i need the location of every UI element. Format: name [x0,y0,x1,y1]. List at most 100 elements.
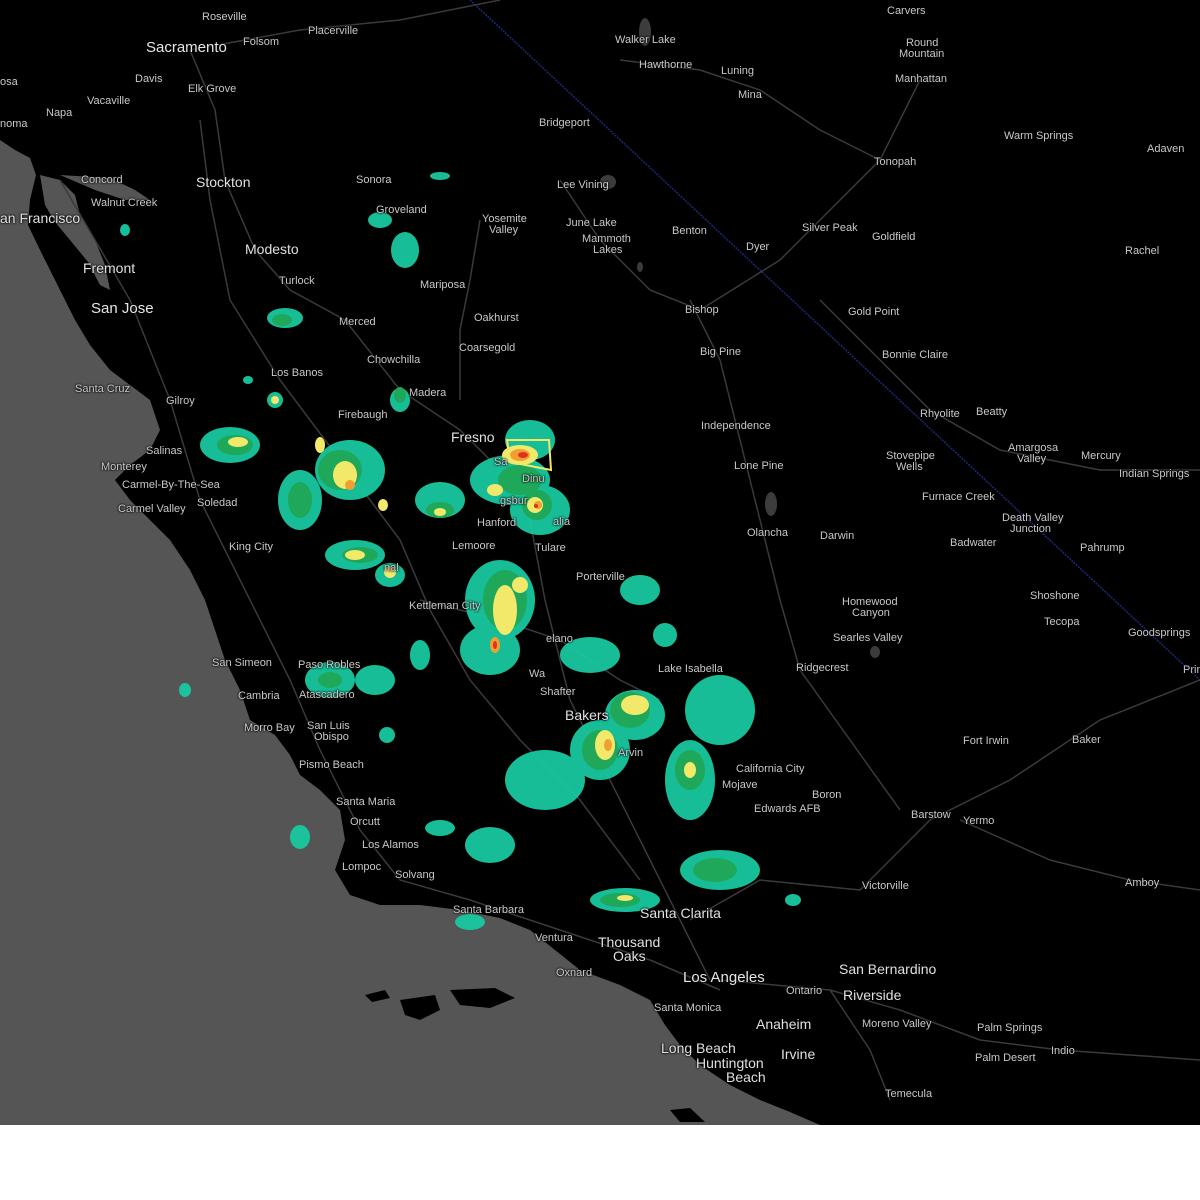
city-label-salinas: Salinas [146,445,183,457]
city-label-santa-cruz: Santa Cruz [75,383,131,395]
city-label-davis: Davis [135,73,163,85]
city-label-fresno: Fresno [451,429,495,445]
city-label-shafter: Shafter [540,686,576,698]
city-label-san-francisco: an Francisco [0,210,81,226]
city-label-silver-peak: Silver Peak [802,222,858,234]
city-label-gold-point: Gold Point [848,306,900,318]
city-label-bakersfield: Bakers [565,707,609,723]
city-label-yosemite-valley-2: Valley [489,224,519,236]
city-label-avenal: nal [384,562,399,574]
city-label-los-angeles: Los Angeles [683,969,765,986]
city-label-gilroy: Gilroy [166,395,195,407]
city-label-hawthorne: Hawthorne [639,59,693,71]
city-label-anaheim: Anaheim [756,1016,812,1032]
city-label-amargosa-valley-2: Valley [1017,453,1047,465]
city-label-folsom: Folsom [243,36,280,48]
city-label-darwin: Darwin [820,530,855,542]
city-label-walnut-creek: Walnut Creek [91,197,158,209]
city-label-sanger: Sa [494,456,508,468]
city-label-indian-springs: Indian Springs [1119,468,1190,480]
city-label-moreno-valley: Moreno Valley [862,1018,932,1030]
city-label-modesto: Modesto [245,241,299,257]
city-label-benton: Benton [672,225,707,237]
city-label-barstow: Barstow [911,809,951,821]
city-label-placerville: Placerville [308,25,359,37]
city-label-kettleman-city: Kettleman City [409,600,481,612]
city-label-lake-isabella: Lake Isabella [658,663,723,675]
city-label-independence: Independence [701,420,771,432]
city-label-morro-bay: Morro Bay [244,722,295,734]
city-label-oxnard: Oxnard [556,967,593,979]
city-label-cambria: Cambria [238,690,280,702]
city-label-lone-pine: Lone Pine [734,460,784,472]
city-label-san-luis-obispo-2: Obispo [314,731,349,743]
city-label-napa: Napa [46,107,73,119]
city-label-stockton: Stockton [196,174,251,190]
city-label-rhyolite: Rhyolite [920,408,960,420]
city-label-petaluma: noma [0,118,28,130]
city-label-carmel: Carmel-By-The-Sea [122,479,220,491]
city-label-homewood-canyon-2: Canyon [852,607,890,619]
city-label-lompoc: Lompoc [342,861,382,873]
city-label-groveland: Groveland [376,204,427,216]
city-label-stovepipe-wells-2: Wells [896,461,923,473]
city-label-yermo: Yermo [963,815,995,827]
city-label-sacramento: Sacramento [146,39,227,56]
city-label-bridgeport: Bridgeport [539,117,590,129]
city-label-ontario: Ontario [786,985,823,997]
city-label-round-mountain-2: Mountain [899,48,945,60]
city-label-lemoore: Lemoore [452,540,496,552]
city-label-dyer: Dyer [746,241,770,253]
city-label-riverside: Riverside [843,987,902,1003]
city-label-long-beach: Long Beach [661,1040,736,1056]
city-label-santa-monica: Santa Monica [654,1002,722,1014]
city-label-indio: Indio [1051,1045,1075,1057]
city-label-victorville: Victorville [862,880,909,892]
city-label-sonora: Sonora [356,174,392,186]
city-label-concord: Concord [81,174,123,186]
city-label-atascadero: Atascadero [299,689,355,701]
city-label-madera: Madera [409,387,447,399]
city-label-bonnie-claire: Bonnie Claire [882,349,949,361]
city-label-palm-desert: Palm Desert [975,1052,1036,1064]
city-labels: Roseville Sacramento Folsom Placerville Davi… [0,0,1200,1125]
city-label-solvang: Solvang [395,869,435,881]
city-label-tecopa: Tecopa [1044,616,1080,628]
city-label-boron: Boron [812,789,842,801]
city-label-amboy: Amboy [1125,877,1160,889]
city-label-arvin: Arvin [618,747,644,759]
city-label-shoshone: Shoshone [1030,590,1080,602]
city-label-adaven: Adaven [1147,143,1185,155]
city-label-dinuba: Dinu [522,473,545,485]
radar-map[interactable]: Roseville Sacramento Folsom Placerville Davi… [0,0,1200,1125]
city-label-thousand-oaks-2: Oaks [613,948,646,964]
city-label-olancha: Olancha [747,527,788,539]
city-label-delano: elano [546,633,573,645]
city-label-wasco: Wa [529,668,546,680]
city-label-irvine: Irvine [781,1046,816,1062]
city-label-edwards-afb: Edwards AFB [754,803,821,815]
city-label-firebaugh: Firebaugh [338,409,388,421]
city-label-roseville: Roseville [202,11,247,23]
city-label-ventura: Ventura [535,932,573,944]
city-label-santa-clarita: Santa Clarita [640,905,721,921]
city-label-turlock: Turlock [279,275,315,287]
city-label-tonopah: Tonopah [874,156,917,168]
city-label-big-pine: Big Pine [700,346,741,358]
city-label-santa-barbara: Santa Barbara [453,904,524,916]
city-label-california-city: California City [736,763,805,775]
city-label-beatty: Beatty [976,406,1008,418]
city-label-goodsprings: Goodsprings [1128,627,1191,639]
city-label-mina: Mina [738,89,762,101]
city-label-searles-valley: Searles Valley [833,632,903,644]
city-label-mariposa: Mariposa [420,279,466,291]
city-label-fremont: Fremont [83,260,136,276]
city-label-orcutt: Orcutt [350,816,380,828]
city-label-manhattan: Manhattan [895,73,947,85]
city-label-bishop: Bishop [685,304,719,316]
city-label-palm-springs: Palm Springs [977,1022,1043,1034]
city-label-coarsegold: Coarsegold [459,342,516,354]
city-label-san-jose: San Jose [91,300,154,317]
footer-blank [0,1125,1200,1200]
city-label-chowchilla: Chowchilla [367,354,421,366]
